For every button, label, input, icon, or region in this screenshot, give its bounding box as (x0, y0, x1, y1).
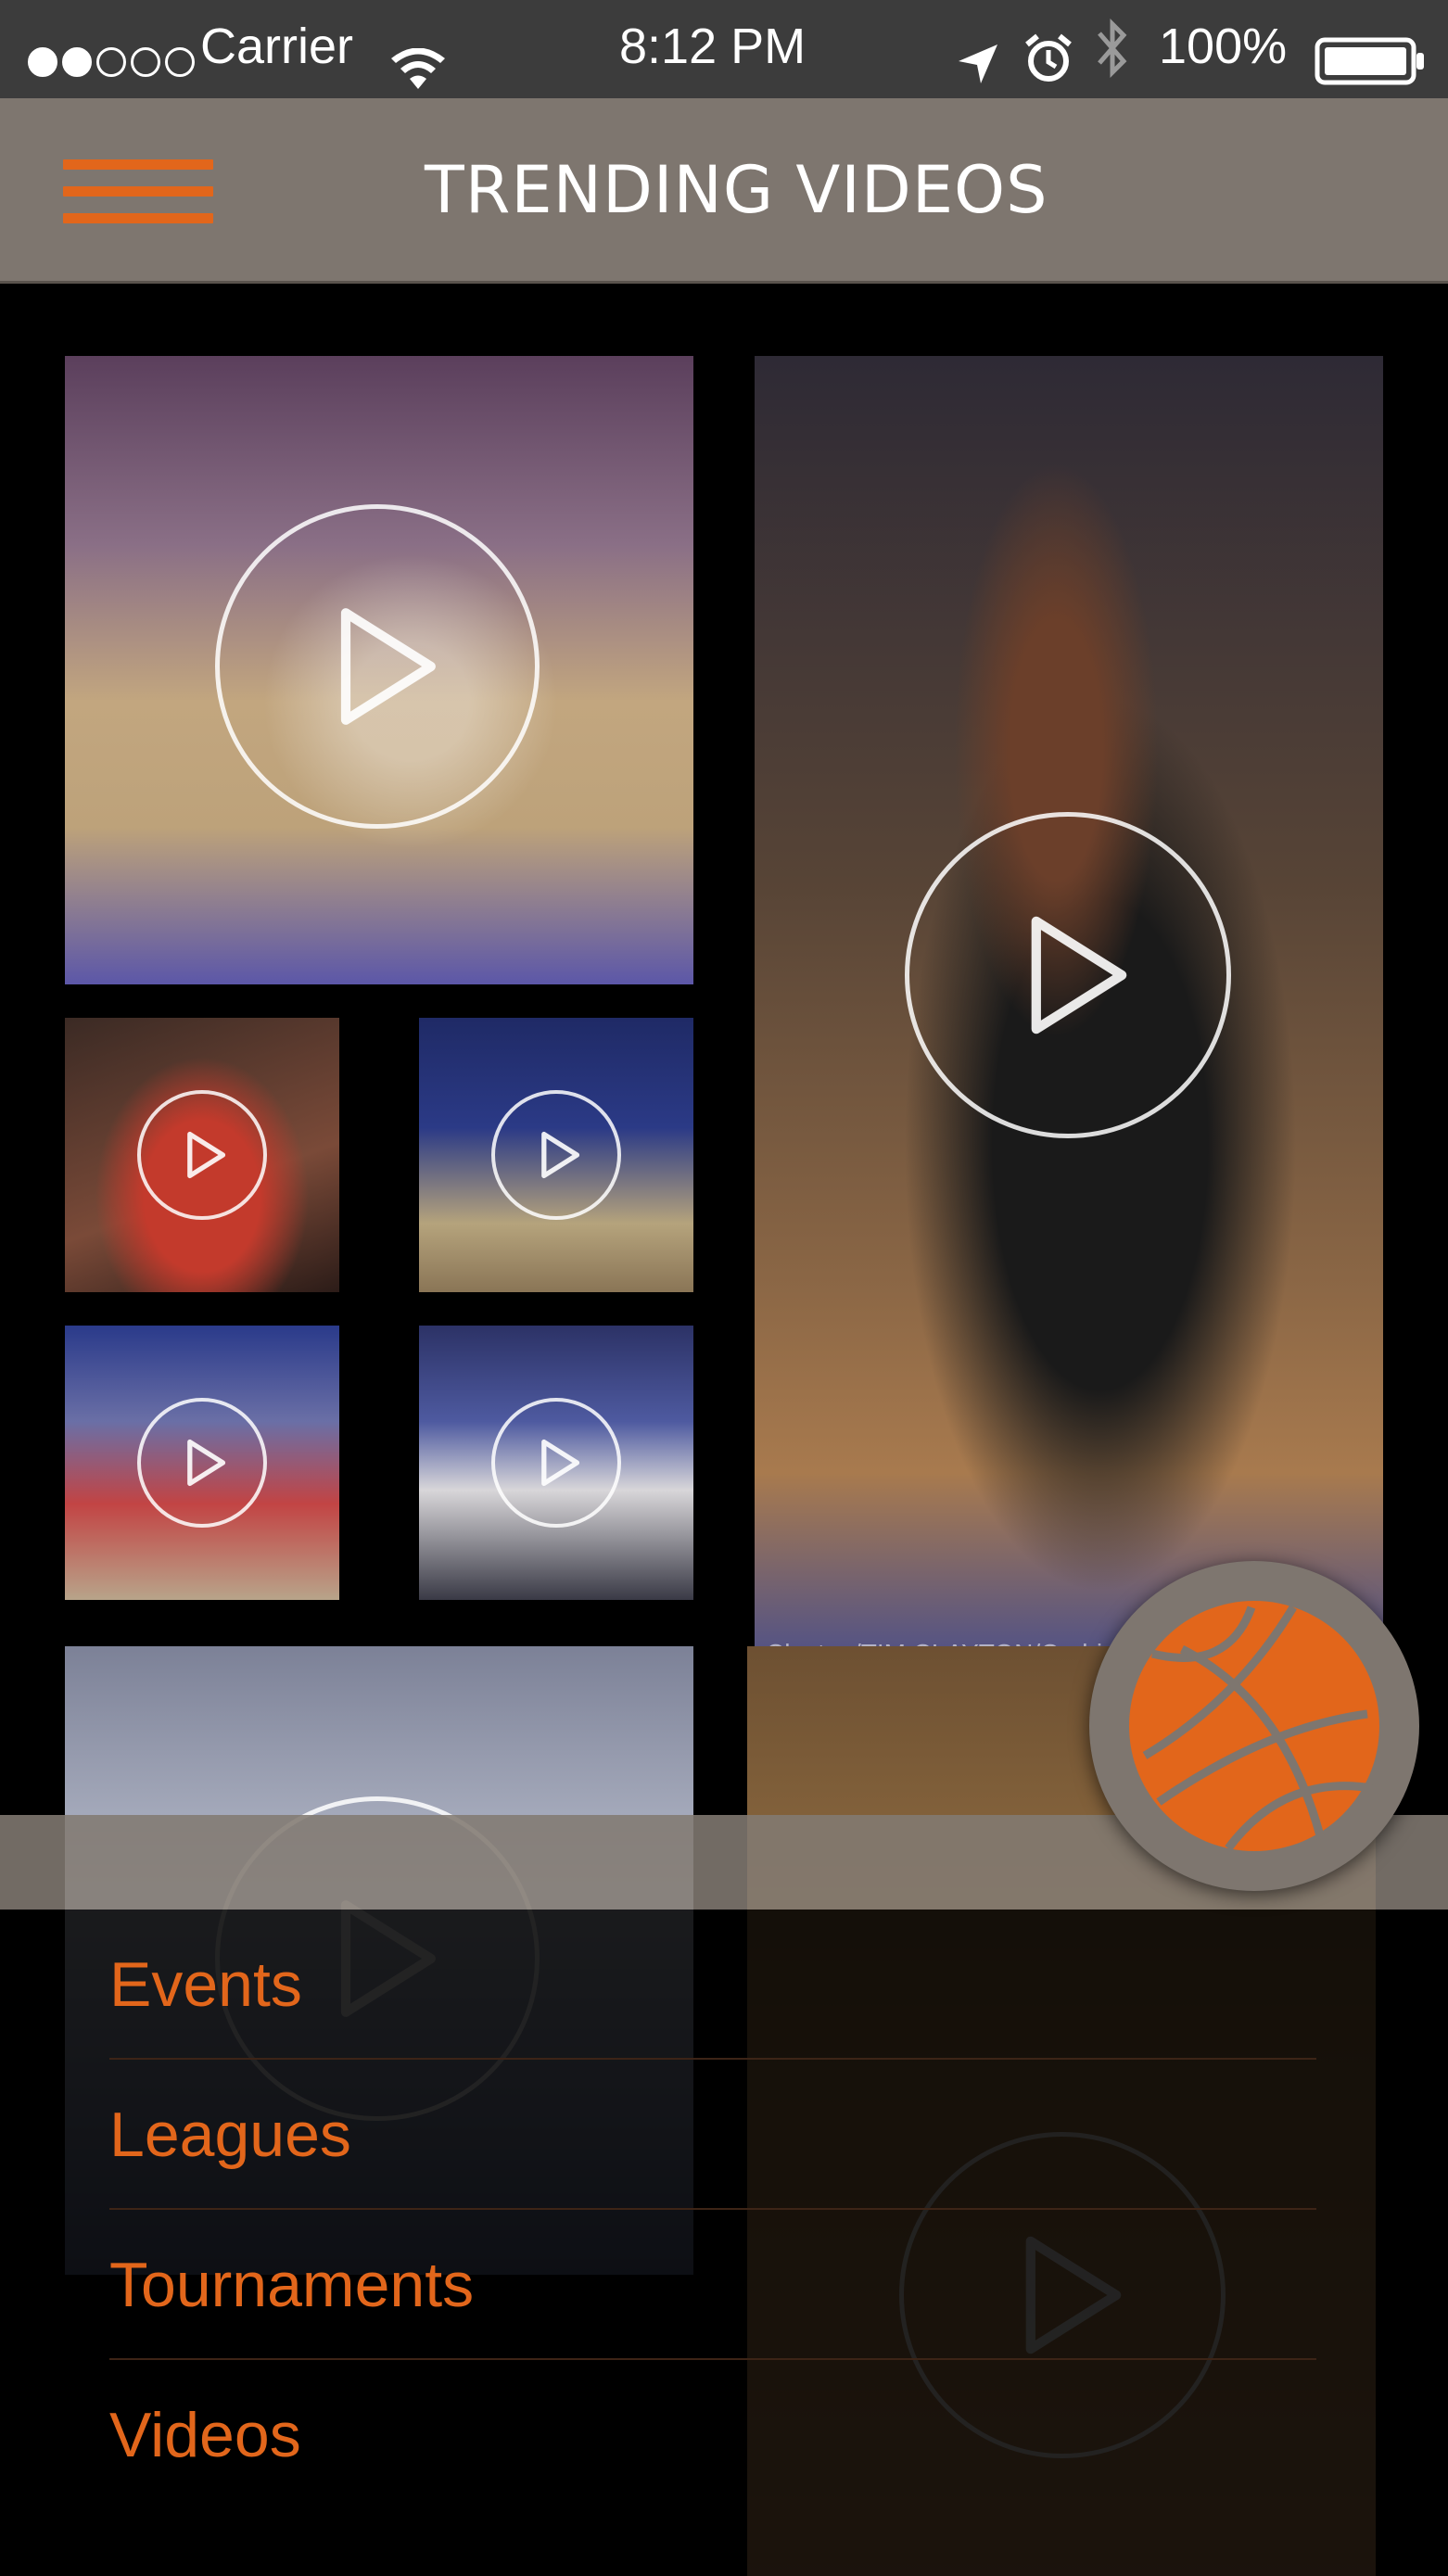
menu-item-tournaments[interactable]: Tournaments (109, 2210, 1316, 2360)
basketball-icon (1129, 1601, 1379, 1851)
play-icon[interactable] (905, 812, 1231, 1138)
hamburger-icon[interactable] (63, 159, 213, 232)
menu-item-events[interactable]: Events (109, 1910, 1316, 2060)
status-bar: Carrier 8:12 PM 100% (0, 0, 1448, 98)
video-tile-1[interactable] (65, 356, 693, 984)
play-icon[interactable] (137, 1090, 267, 1220)
video-tile-3[interactable] (65, 1018, 339, 1292)
basketball-fab[interactable] (1089, 1561, 1419, 1891)
bluetooth-icon (1094, 17, 1131, 80)
nav-bar: TRENDING VIDEOS (0, 98, 1448, 284)
menu-drawer: Events Leagues Tournaments Videos (0, 1910, 1448, 2576)
location-arrow-icon (955, 24, 1001, 83)
video-tile-5[interactable] (65, 1326, 339, 1600)
page-title: TRENDING VIDEOS (425, 152, 1048, 228)
play-icon[interactable] (491, 1090, 621, 1220)
play-icon[interactable] (215, 504, 540, 829)
alarm-icon (1024, 22, 1073, 82)
play-icon[interactable] (137, 1398, 267, 1528)
video-tile-6[interactable] (419, 1326, 693, 1600)
clock-time: 8:12 PM (619, 19, 807, 74)
wifi-icon (389, 28, 447, 89)
menu-item-videos[interactable]: Videos (109, 2360, 1316, 2510)
play-icon[interactable] (491, 1398, 621, 1528)
menu-item-leagues[interactable]: Leagues (109, 2060, 1316, 2210)
battery-percent: 100% (1159, 19, 1288, 74)
video-tile-2[interactable]: Clayton/TIM CLAYTON/Corbi (755, 356, 1383, 1670)
video-tile-4[interactable] (419, 1018, 693, 1292)
battery-icon (1315, 24, 1426, 85)
carrier-label: Carrier (200, 19, 354, 74)
signal-strength-icon (28, 32, 199, 77)
